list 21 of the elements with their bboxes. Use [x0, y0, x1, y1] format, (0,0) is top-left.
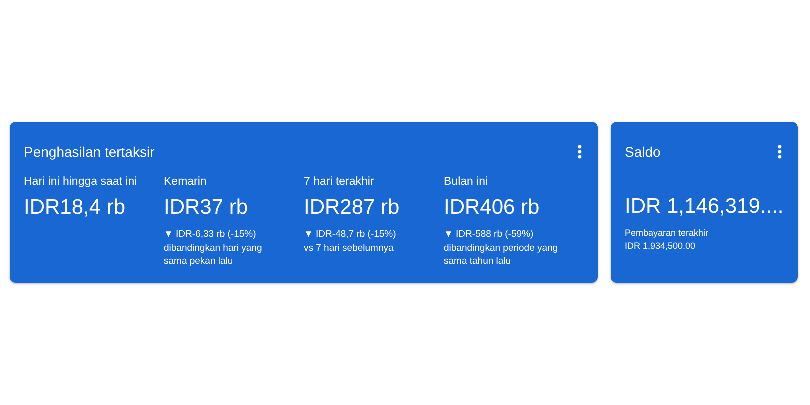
payment-label: Pembayaran terakhir [625, 227, 710, 240]
payment-value: IDR 1,934,500.00 [625, 240, 697, 253]
comparison-text: dibandingkan periode yang sama tahun lalu [444, 242, 560, 268]
metric-value: IDR287 rb [304, 195, 401, 221]
metric-value: IDR406 rb [444, 195, 541, 221]
metric-value: IDR37 rb [164, 195, 250, 221]
card-title: Penghasilan tertaksir [24, 144, 155, 160]
metric-label: Bulan ini [444, 175, 490, 190]
change-text: ▼ IDR-48,7 rb (-15%) [304, 228, 398, 242]
more-vertical-icon [578, 145, 582, 159]
metric-value: IDR18,4 rb [24, 195, 127, 221]
metric-label: Kemarin [164, 175, 208, 190]
change-text: ▼ IDR-6,33 rb (-15%) [164, 228, 258, 242]
card-title: Saldo [625, 144, 661, 160]
more-vertical-icon [778, 145, 782, 159]
comparison-text: dibandingkan hari yang sama pekan lalu [164, 242, 264, 268]
balance-value: IDR 1,146,319.... [625, 195, 784, 219]
metric-label: Hari ini hingga saat ini [24, 175, 138, 190]
change-text: ▼ IDR-588 rb (-59%) [444, 228, 535, 242]
comparison-text: vs 7 hari sebelumnya [304, 242, 395, 255]
metric-label: 7 hari terakhir [304, 175, 376, 190]
